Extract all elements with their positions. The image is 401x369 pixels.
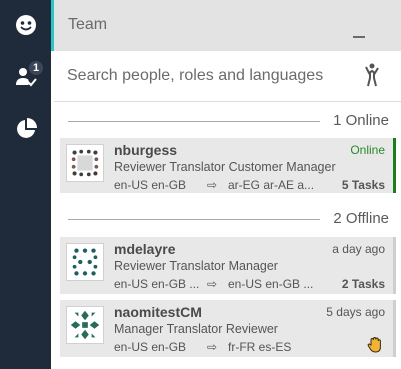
arrow-right-icon: ⇨ (207, 340, 218, 354)
panel-title: Team (68, 16, 108, 33)
offline-count-label: 2 Offline (333, 210, 389, 227)
online-count-label: 1 Online (333, 112, 389, 129)
arrow-right-icon: ⇨ (207, 277, 218, 291)
avatar (66, 306, 104, 344)
search-bar (54, 51, 401, 102)
user-status: 5 days ago (326, 305, 385, 319)
sidebar: 1 (0, 0, 51, 369)
arrow-right-icon: ⇨ (207, 178, 218, 192)
target-languages: ar-EG ar-AE a... (228, 178, 315, 192)
online-section-header: 1 Online (68, 111, 389, 131)
raised-hand-icon[interactable] (367, 336, 383, 353)
offline-section-header: 2 Offline (68, 209, 389, 229)
user-name: naomitestCM (114, 304, 202, 320)
user-card-mdelayre[interactable]: mdelayre a day ago Reviewer Translator M… (60, 237, 396, 294)
face-icon (15, 15, 36, 35)
people-list: 1 Online nburgess Online Reviewer Transl… (51, 103, 401, 369)
target-languages: en-US en-GB ... (228, 277, 314, 291)
source-languages: en-US en-GB (114, 178, 187, 192)
user-roles: Manager Translator Reviewer (114, 322, 278, 336)
task-count: 5 Tasks (341, 178, 385, 192)
source-languages: en-US en-GB ... (114, 277, 200, 291)
pie-chart-icon (16, 118, 37, 138)
user-card-nburgess[interactable]: nburgess Online Reviewer Translator Cust… (60, 138, 396, 193)
section-divider (68, 121, 320, 122)
notification-badge: 1 (27, 59, 45, 77)
user-roles: Reviewer Translator Customer Manager (114, 160, 336, 174)
target-languages: fr-FR es-ES (228, 340, 292, 354)
user-name: nburgess (114, 142, 178, 158)
minimize-button[interactable] (353, 36, 365, 38)
user-card-naomitestcm[interactable]: naomitestCM 5 days ago Manager Translato… (60, 300, 396, 357)
section-divider (68, 219, 320, 220)
standing-person-icon[interactable] (363, 63, 381, 87)
user-status: a day ago (332, 242, 385, 256)
search-input[interactable] (67, 65, 347, 87)
source-languages: en-US en-GB (114, 340, 187, 354)
user-roles: Reviewer Translator Manager (114, 259, 278, 273)
user-status: Online (350, 143, 385, 157)
offline-status-bar (393, 300, 396, 357)
nav-assignments-button[interactable]: 1 (0, 52, 51, 102)
nav-reports-button[interactable] (0, 104, 51, 154)
avatar (66, 243, 104, 281)
nav-team-button[interactable] (0, 0, 51, 50)
task-count: 2 Tasks (341, 277, 385, 291)
online-status-bar (393, 138, 396, 193)
user-name: mdelayre (114, 241, 176, 257)
avatar (66, 144, 104, 182)
panel-header: Team (54, 0, 401, 51)
offline-status-bar (393, 237, 396, 294)
